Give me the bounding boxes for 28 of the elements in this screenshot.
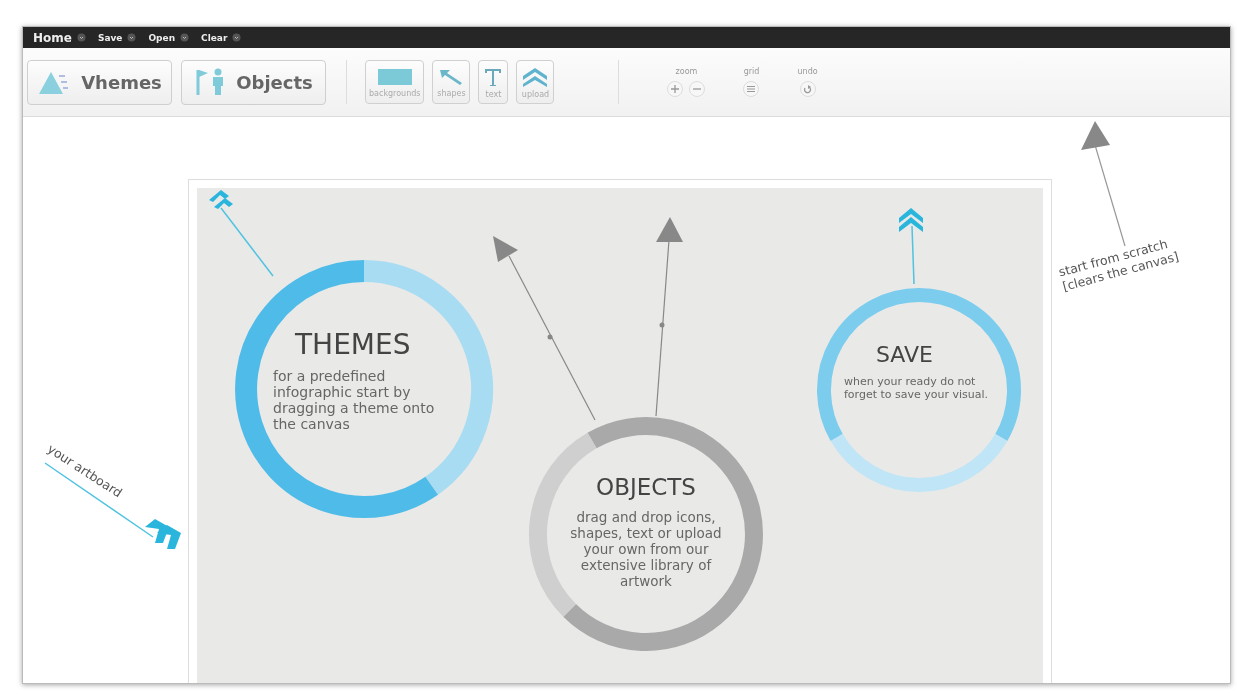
card-description: for a predefined infographic start by dragging a theme onto the canvas [273, 368, 436, 432]
control-label: undo [797, 67, 818, 76]
dropdown-icon [180, 33, 190, 42]
zoom-in-button[interactable] [667, 81, 684, 97]
control-label: grid [743, 67, 760, 76]
zoom-out-button[interactable] [689, 81, 706, 97]
card-title: THEMES [294, 328, 412, 361]
card-description: when your ready do not forget to save your visual. [844, 376, 990, 401]
dropdown-icon [232, 33, 242, 42]
objects-panel-button[interactable]: Objects [181, 59, 326, 105]
grid-lines-icon [747, 85, 756, 93]
card-title: SAVE [875, 342, 934, 367]
minus-icon [693, 85, 702, 93]
grid-button[interactable] [743, 81, 760, 97]
undo-icon [803, 84, 813, 94]
dropdown-icon [76, 33, 86, 42]
card-title: OBJECTS [595, 474, 697, 500]
plus-icon [671, 85, 680, 93]
menu-item[interactable]: Save [97, 32, 137, 43]
dropdown-icon [127, 33, 137, 42]
annotation-text: start from scratch [clears the canvas] [1057, 235, 1182, 294]
control-label: zoom [675, 67, 698, 76]
menu-item[interactable]: Home [33, 30, 86, 45]
undo-button[interactable] [799, 81, 816, 97]
card-description: drag and drop icons, shapes, text or upload your own from our extensive library of artwork [569, 509, 723, 589]
menu-item[interactable]: Open [148, 32, 190, 43]
themes-panel-button[interactable]: Vhemes [27, 59, 172, 105]
menu-item[interactable]: Clear [201, 32, 242, 43]
